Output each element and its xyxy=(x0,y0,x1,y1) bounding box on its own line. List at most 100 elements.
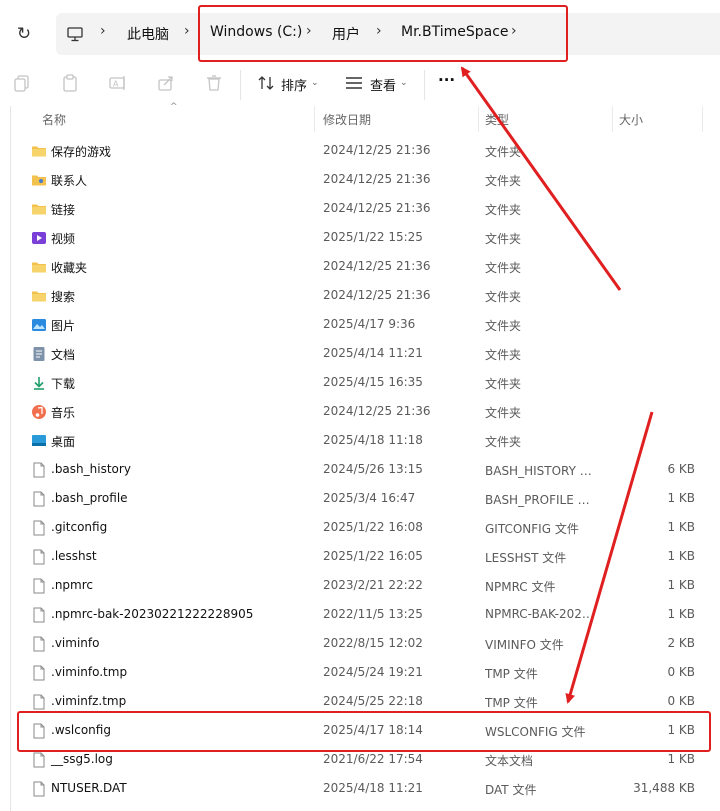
paste-icon[interactable] xyxy=(60,73,80,93)
file-name: 音乐 xyxy=(51,406,76,420)
file-name: .lesshst xyxy=(51,549,97,563)
chevron-down-icon[interactable]: ⌄ xyxy=(311,78,319,88)
file-row[interactable]: 收藏夹 2024/12/25 21:36 文件夹 xyxy=(0,253,720,282)
file-name: .gitconfig xyxy=(51,520,108,534)
breadcrumb-drive-c[interactable]: Windows (C:) xyxy=(210,24,302,40)
file-size: 1 KB xyxy=(667,752,695,766)
file-date: 2024/5/26 13:15 xyxy=(323,462,423,476)
sort-icon[interactable] xyxy=(256,73,276,93)
file-name: 搜索 xyxy=(51,290,76,304)
file-type: BASH_PROFILE 文件 xyxy=(485,493,599,507)
column-header-type[interactable]: 类型 xyxy=(485,111,509,128)
column-resize-handle[interactable] xyxy=(478,106,479,132)
column-header-name[interactable]: 名称 xyxy=(42,111,66,128)
breadcrumb-this-pc[interactable]: 此电脑 xyxy=(127,24,169,44)
file-row[interactable]: 链接 2024/12/25 21:36 文件夹 xyxy=(0,195,720,224)
file-size: 1 KB xyxy=(667,578,695,592)
file-icon xyxy=(31,578,47,594)
file-row[interactable]: NTUSER.DAT 2025/4/18 11:21 DAT 文件 31,488 KB xyxy=(0,775,720,804)
file-date: 2024/12/25 21:36 xyxy=(323,259,431,273)
chevron-right-icon[interactable]: › xyxy=(100,23,106,39)
file-row[interactable]: 保存的游戏 2024/12/25 21:36 文件夹 xyxy=(0,137,720,166)
file-size: 31,488 KB xyxy=(633,781,695,795)
file-row[interactable]: .viminfo 2022/8/15 12:02 VIMINFO 文件 2 KB xyxy=(0,630,720,659)
file-date: 2023/2/21 22:22 xyxy=(323,578,423,592)
file-date: 2024/5/25 22:18 xyxy=(323,694,423,708)
file-row[interactable]: .viminfz.tmp 2024/5/25 22:18 TMP 文件 0 KB xyxy=(0,688,720,717)
file-row[interactable]: .bash_history 2024/5/26 13:15 BASH_HISTORY… xyxy=(0,456,720,485)
this-pc-icon[interactable] xyxy=(66,25,84,43)
breadcrumb-users[interactable]: 用户 xyxy=(332,24,360,44)
file-type: BASH_HISTORY 文件 xyxy=(485,464,599,478)
file-row[interactable]: .bash_profile 2025/3/4 16:47 BASH_PROFILE … xyxy=(0,485,720,514)
file-type: 文件夹 xyxy=(485,377,522,391)
file-name: 收藏夹 xyxy=(51,261,88,275)
file-row[interactable]: .lesshst 2025/1/22 16:05 LESSHST 文件 1 KB xyxy=(0,543,720,572)
file-row[interactable]: .viminfo.tmp 2024/5/24 19:21 TMP 文件 0 KB xyxy=(0,659,720,688)
file-name: .viminfz.tmp xyxy=(51,694,127,708)
video-folder-icon xyxy=(31,230,47,246)
breadcrumb-user-folder[interactable]: Mr.BTimeSpace xyxy=(401,24,509,40)
address-bar[interactable]: › 此电脑 › Windows (C:) › 用户 › Mr.BTimeSpac… xyxy=(56,13,720,55)
command-bar: A 排序 ⌄ 查看 ⌄ ··· xyxy=(0,62,720,106)
delete-icon[interactable] xyxy=(204,73,224,93)
file-icon xyxy=(31,607,47,623)
download-folder-icon xyxy=(31,375,47,391)
file-type: NPMRC-BAK-2023... xyxy=(485,607,599,621)
share-icon[interactable] xyxy=(156,73,176,93)
chevron-right-icon[interactable]: › xyxy=(376,23,382,39)
copy-icon[interactable] xyxy=(12,73,32,93)
file-size: 6 KB xyxy=(667,462,695,476)
column-resize-handle[interactable] xyxy=(702,106,703,132)
column-header-row: ^ 名称 修改日期 类型 大小 xyxy=(0,102,720,132)
file-date: 2024/12/25 21:36 xyxy=(323,404,431,418)
file-date: 2025/4/18 11:18 xyxy=(323,433,423,447)
file-type: 文件夹 xyxy=(485,290,522,304)
file-type: 文件夹 xyxy=(485,435,522,449)
file-date: 2025/1/22 16:08 xyxy=(323,520,423,534)
file-size: 1 KB xyxy=(667,723,695,737)
refresh-icon[interactable]: ↻ xyxy=(14,24,34,44)
file-row[interactable]: .gitconfig 2025/1/22 16:08 GITCONFIG 文件 1 K… xyxy=(0,514,720,543)
file-row[interactable]: 图片 2025/4/17 9:36 文件夹 xyxy=(0,311,720,340)
file-row[interactable]: 文档 2025/4/14 11:21 文件夹 xyxy=(0,340,720,369)
file-size: 2 KB xyxy=(667,636,695,650)
column-header-date[interactable]: 修改日期 xyxy=(323,111,371,128)
column-resize-handle[interactable] xyxy=(314,106,315,132)
chevron-right-icon[interactable]: › xyxy=(184,23,190,39)
file-row[interactable]: 搜索 2024/12/25 21:36 文件夹 xyxy=(0,282,720,311)
svg-text:A: A xyxy=(113,80,119,89)
file-date: 2024/12/25 21:36 xyxy=(323,201,431,215)
chevron-down-icon[interactable]: ⌄ xyxy=(400,78,408,88)
file-type: 文件夹 xyxy=(485,145,522,159)
column-resize-handle[interactable] xyxy=(612,106,613,132)
file-date: 2025/4/15 16:35 xyxy=(323,375,423,389)
sort-button[interactable]: 排序 xyxy=(281,75,307,94)
file-row[interactable]: .npmrc-bak-20230221222228905 2022/11/5 13… xyxy=(0,601,720,630)
view-button[interactable]: 查看 xyxy=(370,75,396,94)
file-row[interactable]: 音乐 2024/12/25 21:36 文件夹 xyxy=(0,398,720,427)
folder-icon xyxy=(31,259,47,275)
chevron-right-icon[interactable]: › xyxy=(511,23,517,39)
documents-folder-icon xyxy=(31,346,47,362)
file-row[interactable]: 桌面 2025/4/18 11:18 文件夹 xyxy=(0,427,720,456)
file-row[interactable]: 视频 2025/1/22 15:25 文件夹 xyxy=(0,224,720,253)
file-name: 联系人 xyxy=(51,174,88,188)
view-icon[interactable] xyxy=(344,73,364,93)
file-icon xyxy=(31,462,47,478)
chevron-right-icon[interactable]: › xyxy=(306,23,312,39)
file-type: TMP 文件 xyxy=(485,696,538,710)
file-row[interactable]: .npmrc 2023/2/21 22:22 NPMRC 文件 1 KB xyxy=(0,572,720,601)
file-size: 0 KB xyxy=(667,694,695,708)
file-row[interactable]: 下载 2025/4/15 16:35 文件夹 xyxy=(0,369,720,398)
more-options-button[interactable]: ··· xyxy=(438,71,455,89)
column-header-size[interactable]: 大小 xyxy=(619,111,643,128)
file-name: 保存的游戏 xyxy=(51,145,112,159)
file-date: 2024/12/25 21:36 xyxy=(323,172,431,186)
file-row[interactable]: .wslconfig 2025/4/17 18:14 WSLCONFIG 文件 1 K… xyxy=(0,717,720,746)
file-row[interactable]: 联系人 2024/12/25 21:36 文件夹 xyxy=(0,166,720,195)
file-name: __ssg5.log xyxy=(51,752,113,766)
file-name: .wslconfig xyxy=(51,723,111,737)
rename-icon[interactable]: A xyxy=(108,73,128,93)
file-row[interactable]: __ssg5.log 2021/6/22 17:54 文本文档 1 KB xyxy=(0,746,720,775)
